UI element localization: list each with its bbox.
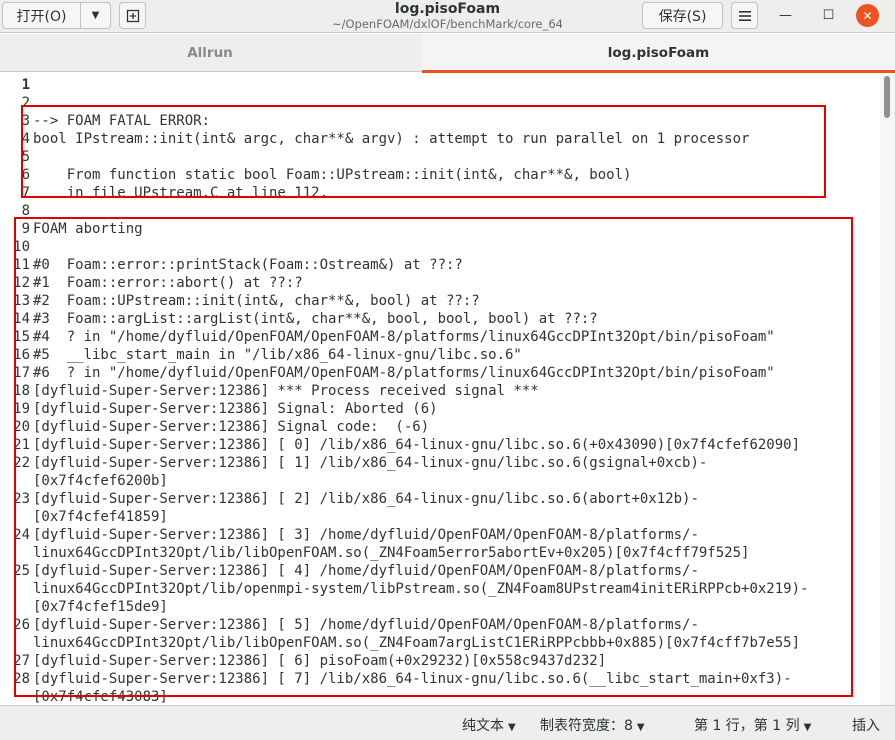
tab-width-label: 制表符宽度：8	[540, 718, 633, 734]
tab-bar: Allrun log.pisoFoam	[0, 34, 895, 73]
highlight-box-stack-trace	[14, 217, 853, 697]
chevron-down-icon: ▼	[803, 722, 812, 733]
menu-button[interactable]	[731, 2, 758, 29]
cursor-position[interactable]: 第 1 行，第 1 列 ▼	[694, 715, 811, 735]
editor-line[interactable]: 1	[0, 76, 880, 94]
minimize-icon: —	[779, 8, 792, 23]
chevron-down-icon: ▼	[508, 722, 516, 733]
tab-log-pisofoam[interactable]: log.pisoFoam	[422, 34, 895, 73]
insert-mode-indicator[interactable]: 插入	[852, 715, 880, 735]
chevron-down-icon: ▼	[91, 10, 100, 21]
new-tab-icon	[126, 9, 139, 22]
open-button[interactable]: 打开(O)	[2, 2, 81, 29]
save-button[interactable]: 保存(S)	[642, 2, 723, 29]
minimize-button[interactable]: —	[772, 2, 799, 29]
vertical-scrollbar[interactable]	[880, 73, 895, 705]
language-selector[interactable]: 纯文本 ▼	[462, 715, 516, 735]
window-title: log.pisoFoam ~/OpenFOAM/dxlOF/benchMark/…	[300, 0, 595, 31]
status-bar: 纯文本 ▼ 制表符宽度：8 ▼ 第 1 行，第 1 列 ▼ 插入	[0, 705, 895, 740]
tab-width-selector[interactable]: 制表符宽度：8 ▼	[540, 715, 645, 735]
language-label: 纯文本	[462, 718, 504, 734]
highlight-box-fatal-error	[21, 105, 826, 198]
tab-allrun[interactable]: Allrun	[0, 34, 420, 72]
close-icon: ✕	[862, 8, 873, 23]
maximize-icon: ☐	[822, 8, 835, 23]
cursor-position-label: 第 1 行，第 1 列	[694, 718, 800, 734]
window-title-path: ~/OpenFOAM/dxlOF/benchMark/core_64	[332, 17, 563, 31]
open-menu-button[interactable]: ▼	[80, 2, 111, 29]
new-tab-button[interactable]	[119, 2, 146, 29]
header-bar: 打开(O) ▼ log.pisoFoam ~/OpenFOAM/dxlOF/be…	[0, 0, 895, 33]
window-title-main: log.pisoFoam	[394, 1, 501, 17]
scrollbar-thumb[interactable]	[884, 76, 890, 118]
maximize-button[interactable]: ☐	[815, 2, 842, 29]
chevron-down-icon: ▼	[636, 722, 645, 733]
hamburger-icon	[738, 10, 751, 21]
line-number: 1	[21, 77, 30, 93]
close-button[interactable]: ✕	[856, 4, 879, 27]
